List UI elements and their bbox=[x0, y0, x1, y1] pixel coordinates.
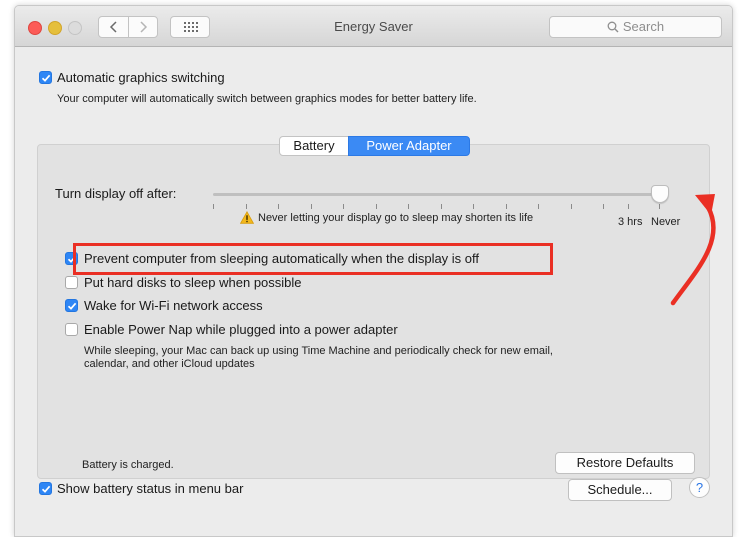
display-sleep-slider-track[interactable] bbox=[213, 193, 659, 196]
warning-icon bbox=[240, 211, 254, 224]
wake-wifi-checkbox[interactable] bbox=[65, 299, 78, 312]
curved-arrow-annotation-icon bbox=[670, 194, 716, 306]
wake-wifi-label: Wake for Wi-Fi network access bbox=[84, 298, 263, 313]
hard-disk-sleep-label: Put hard disks to sleep when possible bbox=[84, 275, 302, 290]
checkmark-icon bbox=[67, 302, 77, 310]
slider-tick bbox=[603, 204, 604, 209]
search-placeholder: Search bbox=[622, 19, 665, 34]
display-sleep-warning: Never letting your display go to sleep m… bbox=[258, 212, 534, 224]
help-button[interactable]: ? bbox=[689, 477, 710, 498]
checkmark-icon bbox=[41, 485, 51, 493]
slider-tick bbox=[506, 204, 507, 209]
power-nap-checkbox[interactable] bbox=[65, 323, 78, 336]
highlight-annotation-box bbox=[73, 243, 553, 275]
slider-tick bbox=[278, 204, 279, 209]
slider-tick bbox=[571, 204, 572, 209]
battery-status-text: Battery is charged. bbox=[82, 459, 174, 471]
power-nap-label: Enable Power Nap while plugged into a po… bbox=[84, 322, 398, 337]
graphics-switching-checkbox[interactable] bbox=[39, 71, 52, 84]
search-field[interactable]: Search bbox=[549, 16, 722, 38]
restore-defaults-button[interactable]: Restore Defaults bbox=[555, 452, 695, 474]
hard-disk-sleep-checkbox[interactable] bbox=[65, 276, 78, 289]
show-battery-status-label: Show battery status in menu bar bbox=[57, 481, 244, 496]
tab-power-adapter[interactable]: Power Adapter bbox=[348, 136, 470, 156]
slider-tick bbox=[213, 204, 214, 209]
energy-saver-window: Energy Saver Search Automatic graphics s… bbox=[14, 5, 733, 537]
slider-tick bbox=[538, 204, 539, 209]
graphics-switching-description: Your computer will automatically switch … bbox=[57, 93, 477, 105]
slider-tick bbox=[246, 204, 247, 209]
search-icon bbox=[607, 21, 619, 33]
slider-tick bbox=[441, 204, 442, 209]
show-battery-status-checkbox[interactable] bbox=[39, 482, 52, 495]
slider-tick bbox=[628, 204, 629, 209]
slider-tick bbox=[311, 204, 312, 209]
power-nap-description-line2: calendar, and other iCloud updates bbox=[84, 358, 255, 370]
slider-tick bbox=[376, 204, 377, 209]
graphics-switching-label: Automatic graphics switching bbox=[57, 70, 225, 85]
schedule-button[interactable]: Schedule... bbox=[568, 479, 672, 501]
slider-tick bbox=[343, 204, 344, 209]
slider-tick bbox=[473, 204, 474, 209]
tick-label-3hrs: 3 hrs bbox=[618, 216, 643, 228]
checkmark-icon bbox=[41, 74, 51, 82]
tab-battery[interactable]: Battery bbox=[279, 136, 349, 156]
power-nap-description-line1: While sleeping, your Mac can back up usi… bbox=[84, 345, 553, 357]
display-sleep-label: Turn display off after: bbox=[55, 186, 177, 201]
slider-tick bbox=[408, 204, 409, 209]
title-bar: Energy Saver Search bbox=[15, 6, 732, 47]
